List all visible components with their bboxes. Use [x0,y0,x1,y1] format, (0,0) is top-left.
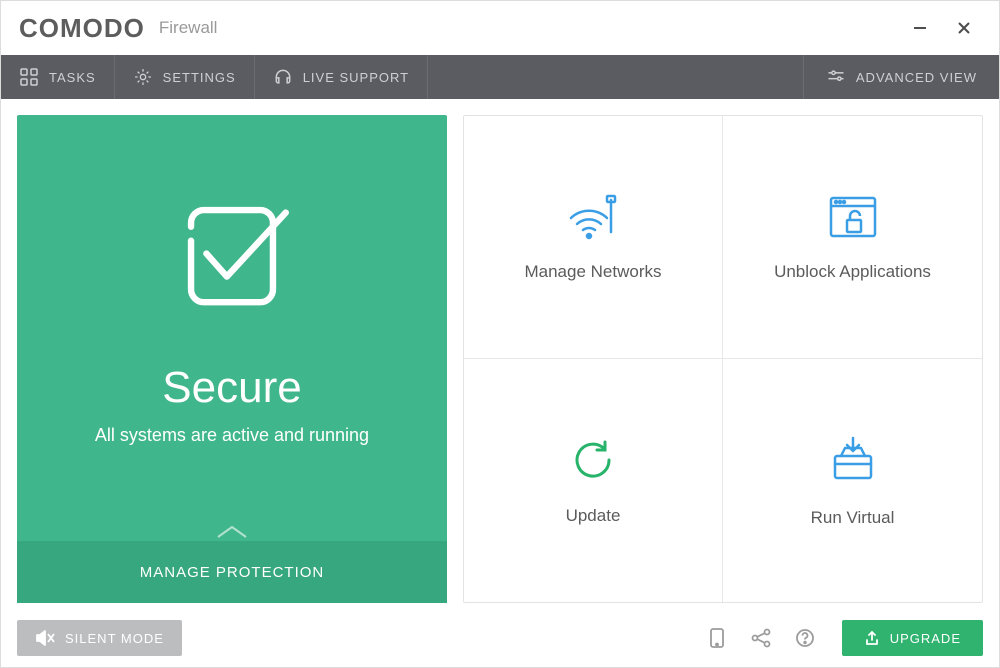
update-label: Update [566,506,621,526]
tasks-button[interactable]: TASKS [1,55,115,99]
app-subtitle: Firewall [159,18,218,38]
upload-icon [864,630,880,646]
secure-check-icon [168,187,296,315]
main-area: Secure All systems are active and runnin… [1,99,999,619]
close-icon [956,20,972,36]
titlebar: COMODO Firewall [1,1,999,55]
unblock-applications-label: Unblock Applications [774,262,931,282]
help-icon [795,628,815,648]
chevron-up-icon[interactable] [212,521,252,541]
phone-icon [708,627,726,649]
help-button[interactable] [790,623,820,653]
headset-icon [273,67,293,87]
tasks-label: TASKS [49,70,96,85]
share-icon [750,628,772,648]
unlock-window-icon [827,192,879,240]
gear-icon [133,67,153,87]
manage-networks-tile[interactable]: Manage Networks [464,116,723,359]
upgrade-button[interactable]: UPGRADE [842,620,983,656]
advanced-view-label: ADVANCED VIEW [856,70,977,85]
settings-button[interactable]: SETTINGS [115,55,255,99]
live-support-button[interactable]: LIVE SUPPORT [255,55,428,99]
run-virtual-label: Run Virtual [811,508,895,528]
live-support-label: LIVE SUPPORT [303,70,409,85]
silent-mode-button[interactable]: SILENT MODE [17,620,182,656]
refresh-icon [569,436,617,484]
minimize-icon [912,20,928,36]
status-subtitle: All systems are active and running [95,425,369,446]
manage-protection-label: MANAGE PROTECTION [140,564,325,581]
speaker-mute-icon [35,629,55,647]
status-panel: Secure All systems are active and runnin… [17,115,447,603]
toolbar: TASKS SETTINGS LIVE SUPPORT ADVANCED VIE… [1,55,999,99]
run-virtual-tile[interactable]: Run Virtual [723,359,982,602]
sliders-icon [826,67,846,87]
brand-logo: COMODO [19,13,145,44]
close-button[interactable] [947,11,981,45]
mobile-button[interactable] [702,623,732,653]
footer: SILENT MODE UPGRADE [1,619,999,667]
update-tile[interactable]: Update [464,359,723,602]
box-download-icon [827,434,879,486]
minimize-button[interactable] [903,11,937,45]
unblock-applications-tile[interactable]: Unblock Applications [723,116,982,359]
silent-mode-label: SILENT MODE [65,631,164,646]
tiles-grid: Manage Networks Unblock Applications Upd… [463,115,983,603]
grid-icon [19,67,39,87]
advanced-view-button[interactable]: ADVANCED VIEW [803,55,999,99]
share-button[interactable] [746,623,776,653]
manage-networks-label: Manage Networks [524,262,661,282]
manage-protection-button[interactable]: MANAGE PROTECTION [17,541,447,603]
status-title: Secure [162,363,301,413]
upgrade-label: UPGRADE [890,631,961,646]
settings-label: SETTINGS [163,70,236,85]
wifi-icon [565,192,621,240]
app-window: COMODO Firewall TASKS SETTINGS LIVE SUPP… [0,0,1000,668]
